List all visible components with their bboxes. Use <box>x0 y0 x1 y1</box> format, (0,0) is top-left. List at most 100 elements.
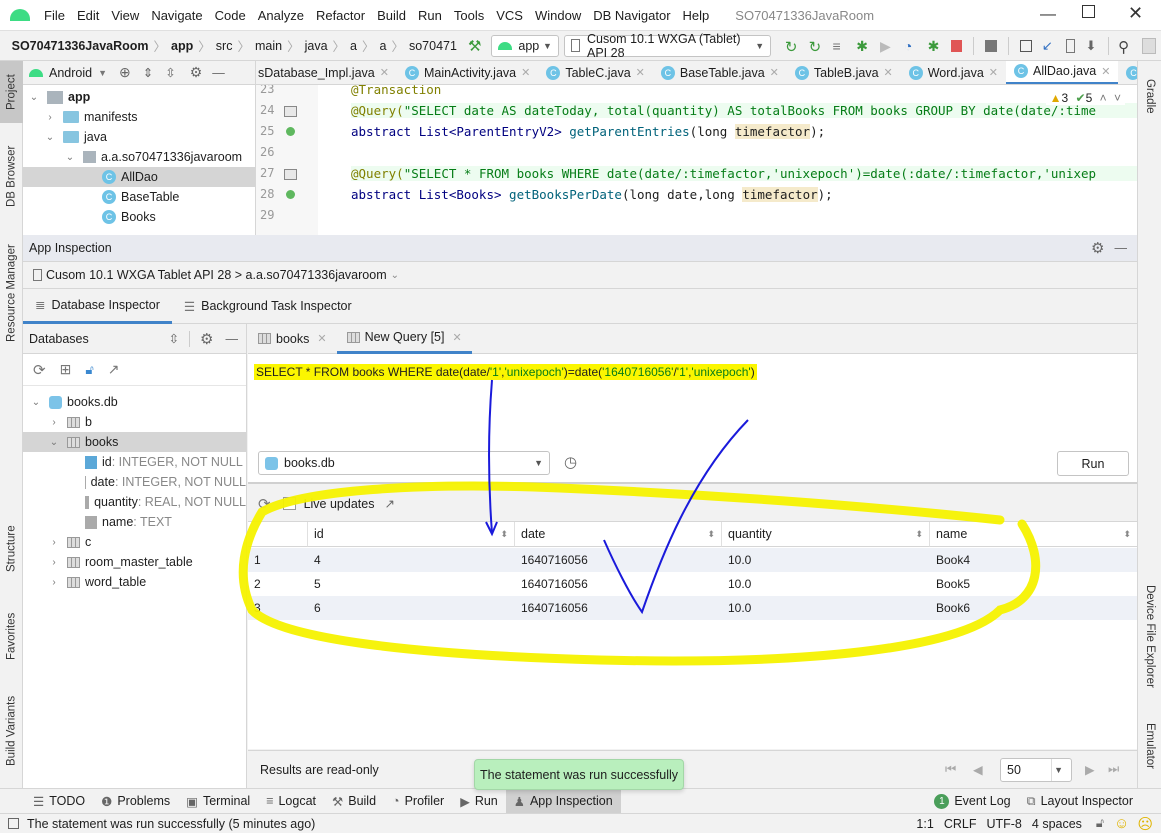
menu-tools[interactable]: Tools <box>454 8 484 23</box>
tool-tab-structure[interactable]: Structure <box>0 511 23 586</box>
db-tree-item-table[interactable]: › c <box>23 532 246 552</box>
device-manager-icon[interactable] <box>1019 39 1032 52</box>
frown-icon[interactable]: ☹ <box>1137 815 1153 833</box>
close-icon[interactable]: ✕ <box>380 66 389 79</box>
refresh-icon[interactable]: ⟳ <box>258 495 271 513</box>
page-size-select[interactable]: 50 ▼ <box>1000 758 1072 782</box>
indent-setting[interactable]: 4 spaces <box>1032 817 1082 831</box>
tool-tab-build-variants[interactable]: Build Variants <box>0 681 23 781</box>
sort-icon[interactable]: ⬍ <box>915 529 923 540</box>
coverage-icon[interactable]: ▶ <box>880 38 894 54</box>
column-header-id[interactable]: id ⬍ <box>308 522 515 547</box>
project-view-select[interactable]: Android <box>49 66 92 80</box>
caret-position[interactable]: 1:1 <box>916 817 933 831</box>
tree-item-books[interactable]: C Books <box>23 207 255 227</box>
tool-window-profiler[interactable]: ◔ Profiler <box>384 789 452 814</box>
project-structure-icon[interactable] <box>984 39 997 52</box>
breadcrumb-a[interactable]: a <box>350 39 357 53</box>
menu-run[interactable]: Run <box>418 8 442 23</box>
toggle-tool-windows-icon[interactable] <box>8 818 19 829</box>
inspection-widget[interactable]: ▲3 ✔5 ˄ ˅ <box>1045 91 1125 105</box>
breadcrumb-src[interactable]: src <box>216 39 233 53</box>
breadcrumb-app[interactable]: app <box>171 39 193 53</box>
editor-tab-overflow[interactable]: C <box>1118 61 1137 84</box>
close-window-button[interactable]: ✕ <box>1128 3 1143 24</box>
breadcrumb-java[interactable]: java <box>305 39 328 53</box>
collapse-all-icon[interactable]: ⇳ <box>169 331 179 346</box>
tool-window-run[interactable]: ▶ Run <box>452 789 506 814</box>
next-page-icon[interactable]: ▶ <box>1085 762 1095 777</box>
db-tree-item-column[interactable]: date : INTEGER, NOT NULL <box>23 472 246 492</box>
sort-icon[interactable]: ⬍ <box>500 529 508 540</box>
build-hammer-icon[interactable]: ⚒ <box>468 37 481 55</box>
tool-tab-db-browser[interactable]: DB Browser <box>0 136 23 216</box>
lock-icon[interactable]: 🔓︎ <box>1096 816 1104 831</box>
editor-tab[interactable]: C MainActivity.java ✕ <box>397 61 538 84</box>
close-icon[interactable]: ✕ <box>317 332 326 345</box>
tree-item-manifests[interactable]: › manifests <box>23 107 255 127</box>
hide-panel-icon[interactable]: — <box>1115 241 1128 255</box>
sql-query-input[interactable]: SELECT * FROM books WHERE date(date/'1',… <box>254 364 757 380</box>
process-selector[interactable]: Cusom 10.1 WXGA Tablet API 28 > a.a.so70… <box>23 262 1137 289</box>
db-tree-item-column[interactable]: id : INTEGER, NOT NULL <box>23 452 246 472</box>
database-select[interactable]: books.db ▼ <box>258 451 550 475</box>
menu-view[interactable]: View <box>111 8 139 23</box>
tree-item-basetable[interactable]: C BaseTable <box>23 187 255 207</box>
close-icon[interactable]: ✕ <box>989 66 998 79</box>
refresh-icon[interactable]: ⟳ <box>33 361 46 379</box>
attach-debugger-icon[interactable]: ✱ <box>928 38 942 54</box>
tool-tab-emulator[interactable]: Emulator <box>1138 711 1161 781</box>
sync-gradle-icon[interactable]: ↙ <box>1042 38 1056 54</box>
hide-panel-icon[interactable]: — <box>212 66 225 80</box>
run-tasks-icon[interactable]: ≡ <box>832 38 846 54</box>
implements-gutter-icon[interactable] <box>286 127 295 136</box>
tool-tab-project[interactable]: Project <box>0 61 23 123</box>
implements-gutter-icon[interactable] <box>286 190 295 199</box>
sort-icon[interactable]: ⬍ <box>707 529 715 540</box>
device-select[interactable]: Cusom 10.1 WXGA (Tablet) API 28 ▼ <box>564 32 772 60</box>
close-icon[interactable]: ✕ <box>521 66 530 79</box>
expand-all-icon[interactable]: ⇕ <box>143 65 153 80</box>
tool-window-event-log[interactable]: 1 Event Log <box>926 789 1018 814</box>
tool-window-logcat[interactable]: ≡ Logcat <box>258 789 324 814</box>
tab-background-task-inspector[interactable]: ☰ Background Task Inspector <box>172 289 364 324</box>
avd-manager-icon[interactable] <box>1065 38 1076 53</box>
breadcrumb-a2[interactable]: a <box>380 39 387 53</box>
tool-window-terminal[interactable]: ▣ Terminal <box>178 789 258 814</box>
db-tree-item-table[interactable]: › b <box>23 412 246 432</box>
menu-navigate[interactable]: Navigate <box>151 8 202 23</box>
tree-item-app[interactable]: ⌄ app <box>23 87 255 107</box>
table-row[interactable]: 3 6 1640716056 10.0 Book6 <box>248 596 1137 620</box>
run-query-icon[interactable]: ⊞ <box>60 361 72 378</box>
close-icon[interactable]: ✕ <box>884 66 893 79</box>
tab-new-query[interactable]: New Query [5] ✕ <box>336 324 472 354</box>
menu-build[interactable]: Build <box>377 8 406 23</box>
locate-icon[interactable]: ⊕ <box>119 64 131 81</box>
chevron-down-icon[interactable]: ˅ <box>1114 91 1121 105</box>
code-editor[interactable]: 23 24 25 26 27 28 29 @Transaction @Query… <box>256 85 1137 235</box>
tool-window-problems[interactable]: ❶ Problems <box>93 789 178 814</box>
tool-tab-gradle[interactable]: Gradle <box>1138 66 1161 126</box>
tool-window-build[interactable]: ⚒ Build <box>324 789 384 814</box>
db-tree-item-column[interactable]: name : TEXT <box>23 512 246 532</box>
line-separator[interactable]: CRLF <box>944 817 977 831</box>
tree-item-package[interactable]: ⌄ a.a.so70471336javaroom <box>23 147 255 167</box>
db-tree-item-table[interactable]: › word_table <box>23 572 246 592</box>
column-header-name[interactable]: name ⬍ <box>930 522 1137 547</box>
tool-tab-resource-manager[interactable]: Resource Manager <box>0 236 23 351</box>
last-page-icon[interactable]: ⏭ <box>1108 762 1119 777</box>
tool-window-app-inspection[interactable]: ♟ App Inspection <box>505 788 621 814</box>
menu-window[interactable]: Window <box>535 8 581 23</box>
editor-tab[interactable]: C Word.java ✕ <box>901 61 1006 84</box>
account-avatar-icon[interactable] <box>1141 37 1156 54</box>
table-row[interactable]: 1 4 1640716056 10.0 Book4 <box>248 548 1137 572</box>
sort-icon[interactable]: ⬍ <box>1123 529 1131 540</box>
first-page-icon[interactable]: ⏮ <box>945 762 956 777</box>
db-tree-item-column[interactable]: quantity : REAL, NOT NULL <box>23 492 246 512</box>
apply-changes-restart-icon[interactable]: ↻ <box>785 38 799 56</box>
menu-help[interactable]: Help <box>683 8 710 23</box>
chevron-down-icon[interactable]: ▼ <box>98 68 107 78</box>
close-icon[interactable]: ✕ <box>636 66 645 79</box>
tree-item-alldao[interactable]: C AllDao <box>23 167 255 187</box>
column-header-date[interactable]: date ⬍ <box>515 522 722 547</box>
